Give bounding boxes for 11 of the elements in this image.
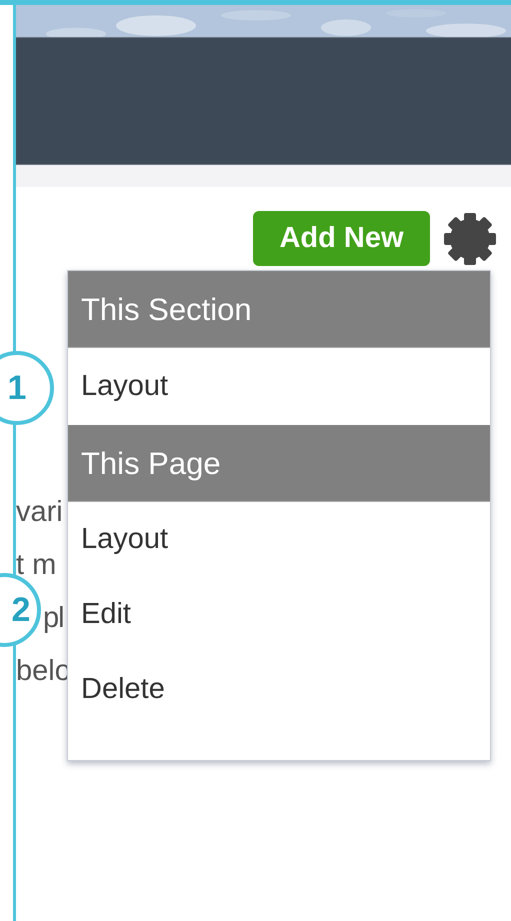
settings-icon[interactable]	[443, 212, 497, 266]
menu-item[interactable]: Delete	[68, 652, 490, 727]
menu-item[interactable]: Edit	[68, 577, 490, 652]
menu-item[interactable]: Layout	[68, 502, 490, 577]
step-marker: 2	[0, 573, 41, 647]
menu-section-header: This Section	[68, 271, 490, 348]
menu-item[interactable]: Layout	[68, 348, 490, 425]
menu-section-header: This Page	[68, 425, 490, 502]
step-marker: 1	[0, 351, 54, 425]
paragraph-text: vari	[16, 496, 63, 528]
paragraph-text: pl	[43, 602, 64, 634]
